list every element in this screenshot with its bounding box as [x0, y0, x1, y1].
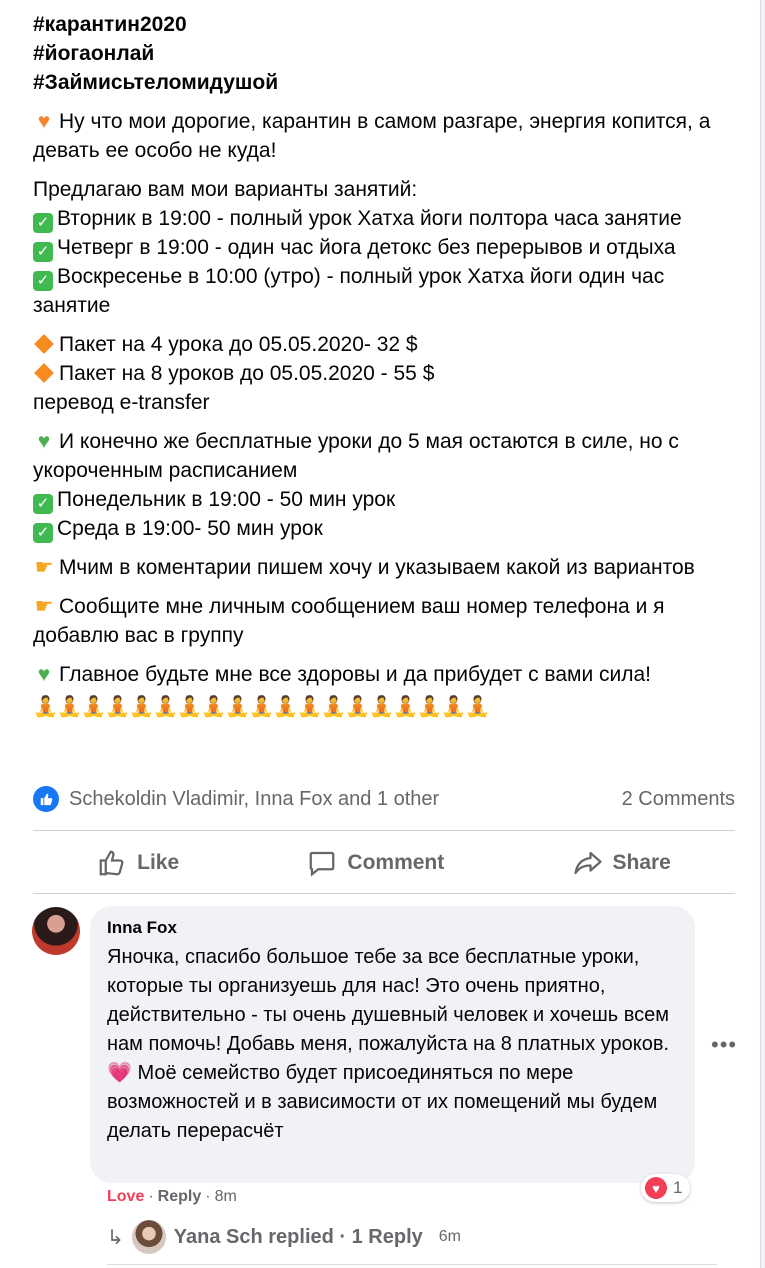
check-mark-icon: ✓	[33, 271, 53, 291]
share-button[interactable]: Share	[573, 848, 671, 878]
class-item: ✓ Вторник в 19:00 - полный урок Хатха йог…	[33, 204, 743, 233]
comment-meta: Love · Reply · 8m	[107, 1188, 237, 1206]
check-mark-icon: ✓	[33, 213, 53, 233]
share-arrow-icon	[573, 851, 602, 875]
more-options-icon[interactable]: •••	[711, 1032, 737, 1058]
reactions-bar: Schekoldin Vladimir, Inna Fox and 1 othe…	[33, 783, 735, 815]
hashtag-link[interactable]: #карантин2020	[33, 10, 743, 39]
love-heart-icon: ♥	[645, 1177, 667, 1199]
comments-count[interactable]: 2 Comments	[622, 788, 735, 811]
yoga-emoji-row: 🧘🧘🧘🧘🧘🧘🧘🧘🧘🧘🧘🧘🧘🧘🧘🧘🧘🧘🧘	[33, 693, 743, 722]
hashtag-list: #карантин2020 #йогаонлай #Займисьтеломид…	[33, 10, 743, 97]
orange-heart-icon: ♥	[37, 110, 51, 133]
love-reaction-link[interactable]: Love	[107, 1188, 144, 1206]
free-class-item: ✓ Среда в 19:00- 50 мин урок	[33, 514, 743, 543]
person-in-lotus-position-icon: 🧘	[273, 696, 299, 718]
free-classes-paragraph: ♥ И конечно же бесплатные уроки до 5 мая …	[33, 427, 743, 543]
hashtag-link[interactable]: #йогаонлай	[33, 39, 743, 68]
check-mark-icon: ✓	[33, 523, 53, 543]
orange-diamond-icon	[34, 363, 54, 383]
thumbs-up-icon	[99, 850, 124, 876]
divider	[33, 893, 735, 894]
transfer-note: перевод e-transfer	[33, 391, 210, 414]
package-item: Пакет на 4 урока до 05.05.2020- 32 $	[33, 330, 743, 359]
reply-arrow-icon: ↳	[107, 1226, 124, 1249]
person-in-lotus-position-icon: 🧘	[177, 696, 203, 718]
divider	[33, 830, 735, 831]
green-heart-icon: ♥	[37, 663, 51, 686]
schedule-paragraph: Предлагаю вам мои варианты занятий: ✓ Вто…	[33, 175, 743, 320]
person-in-lotus-position-icon: 🧘	[201, 696, 227, 718]
comment-button[interactable]: Comment	[307, 848, 444, 878]
like-button[interactable]: Like	[97, 848, 179, 878]
intro-paragraph: ♥ Ну что мои дорогие, карантин в самом ра…	[33, 107, 743, 165]
sparkling-heart-icon: 💗	[107, 1062, 132, 1084]
class-item: ✓ Воскресенье в 10:00 (утро) - полный уро…	[33, 265, 665, 317]
post-card: #карантин2020 #йогаонлай #Займисьтеломид…	[0, 0, 761, 1268]
person-in-lotus-position-icon: 🧘	[417, 696, 443, 718]
comment-time[interactable]: 8m	[215, 1188, 237, 1206]
check-mark-icon: ✓	[33, 494, 53, 514]
offer-heading: Предлагаю вам мои варианты занятий:	[33, 178, 418, 201]
reply-time: 6m	[438, 1228, 461, 1245]
commenter-avatar[interactable]	[32, 907, 80, 955]
instruction-paragraph: ☛ Мчим в коментарии пишем хочу и указывае…	[33, 553, 743, 582]
pointing-hand-icon: ☛	[34, 556, 54, 579]
view-replies[interactable]: ↳ Yana Sch replied · 1 Reply 6m	[107, 1220, 461, 1254]
person-in-lotus-position-icon: 🧘	[321, 696, 347, 718]
person-in-lotus-position-icon: 🧘	[33, 696, 59, 718]
package-item: Пакет на 8 уроков до 05.05.2020 - 55 $	[33, 359, 743, 388]
replier-avatar	[131, 1220, 166, 1254]
green-heart-icon: ♥	[37, 430, 51, 453]
reply-link[interactable]: Reply	[158, 1188, 202, 1206]
comment-bubble: Inna Fox Яночка, спасибо большое тебе за…	[90, 906, 695, 1183]
closing-paragraph: ♥ Главное будьте мне все здоровы и да при…	[33, 660, 743, 689]
check-mark-icon: ✓	[33, 242, 53, 262]
comment-author[interactable]: Inna Fox	[107, 918, 177, 938]
person-in-lotus-position-icon: 🧘	[441, 696, 467, 718]
person-in-lotus-position-icon: 🧘	[345, 696, 371, 718]
divider	[107, 1264, 717, 1265]
like-reaction-icon[interactable]	[33, 786, 59, 812]
person-in-lotus-position-icon: 🧘	[57, 696, 83, 718]
comment-text: Яночка, спасибо большое тебе за все бесп…	[107, 946, 670, 1142]
replies-link[interactable]: Yana Sch replied · 1 Reply	[174, 1226, 423, 1249]
instruction-paragraph: ☛ Сообщите мне личным сообщением ваш номе…	[33, 592, 743, 650]
orange-diamond-icon	[34, 334, 54, 354]
person-in-lotus-position-icon: 🧘	[129, 696, 155, 718]
post-body: #карантин2020 #йогаонлай #Займисьтеломид…	[33, 10, 743, 722]
packages-paragraph: Пакет на 4 урока до 05.05.2020- 32 $ Пак…	[33, 330, 743, 417]
person-in-lotus-position-icon: 🧘	[249, 696, 275, 718]
person-in-lotus-position-icon: 🧘	[153, 696, 179, 718]
person-in-lotus-position-icon: 🧘	[225, 696, 251, 718]
comment-reaction-count[interactable]: ♥ 1	[641, 1174, 691, 1202]
person-in-lotus-position-icon: 🧘	[465, 696, 491, 718]
person-in-lotus-position-icon: 🧘	[369, 696, 395, 718]
free-class-item: ✓ Понедельник в 19:00 - 50 мин урок	[33, 485, 743, 514]
pointing-hand-icon: ☛	[34, 595, 54, 618]
person-in-lotus-position-icon: 🧘	[81, 696, 107, 718]
person-in-lotus-position-icon: 🧘	[297, 696, 323, 718]
free-intro: ♥ И конечно же бесплатные уроки до 5 мая …	[33, 427, 743, 485]
comment-icon	[310, 851, 335, 877]
class-item: ✓ Четверг в 19:00 - один час йога детокс …	[33, 233, 743, 262]
hashtag-link[interactable]: #Займисьтеломидушой	[33, 68, 743, 97]
person-in-lotus-position-icon: 🧘	[105, 696, 131, 718]
action-bar: Like Comment Share	[33, 838, 735, 888]
reaction-names[interactable]: Schekoldin Vladimir, Inna Fox and 1 othe…	[69, 788, 439, 811]
person-in-lotus-position-icon: 🧘	[393, 696, 419, 718]
